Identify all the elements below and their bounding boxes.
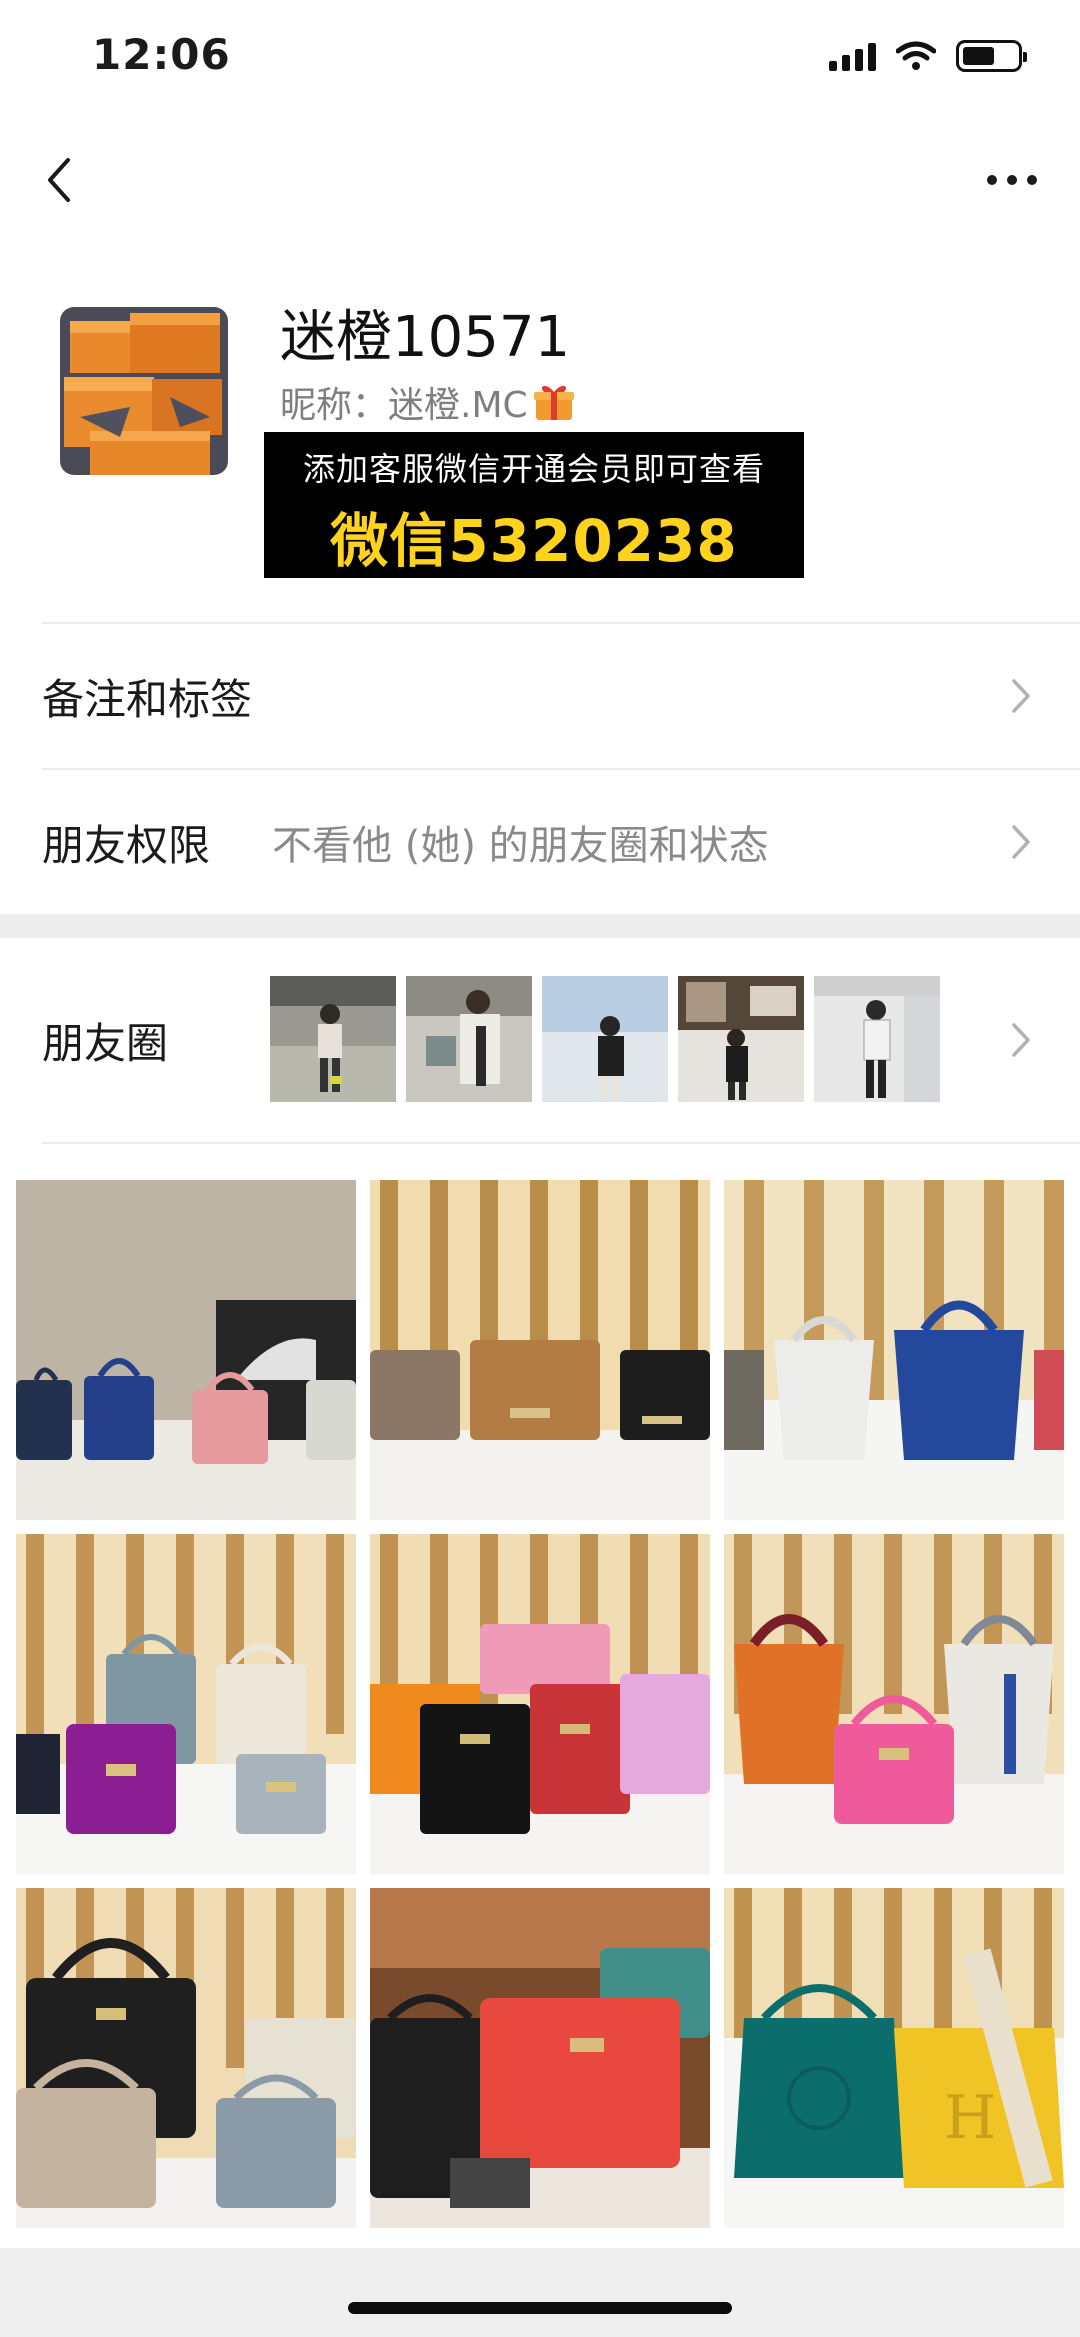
moments-thumbnail [678,976,804,1102]
moments-thumbnails [270,976,940,1102]
photo-tile[interactable] [370,1888,710,2228]
photo-grid: H [16,1180,1064,2228]
photo-tile[interactable] [16,1180,356,1520]
photo-tile[interactable] [724,1180,1064,1520]
moments-thumbnail [542,976,668,1102]
remark-and-tags-row[interactable]: 备注和标签 [0,624,1080,768]
friend-permission-row[interactable]: 朋友权限 不看他 (她) 的朋友圈和状态 [0,770,1080,914]
more-dots-icon[interactable] [986,166,1038,194]
status-icons [829,40,1027,72]
nav-bar [0,130,1080,230]
bottom-bar [0,2248,1080,2337]
moments-thumbnail [406,976,532,1102]
battery-icon [956,40,1027,72]
chevron-right-icon [1012,1023,1030,1057]
photo-tile[interactable] [16,1888,356,2228]
nickname-text: 昵称：迷橙.MC [280,385,528,426]
wifi-icon [896,41,936,70]
photo-tile[interactable] [370,1180,710,1520]
signal-icon [829,41,876,71]
svg-text:H: H [944,2083,996,2153]
profile-name: 迷橙10571 [280,305,571,370]
promo-banner: 添加客服微信开通会员即可查看 微信5320238 [264,432,804,578]
moments-row[interactable]: 朋友圈 [0,938,1080,1142]
chevron-right-icon [1012,825,1030,859]
photo-tile[interactable] [370,1534,710,1874]
photo-tile[interactable] [724,1534,1064,1874]
friend-permission-value: 不看他 (她) 的朋友圈和状态 [272,823,769,869]
divider [42,1142,1080,1144]
promo-line2: 微信5320238 [330,507,738,575]
status-bar: 12:06 [0,0,1080,120]
back-chevron-icon[interactable] [40,150,80,210]
photo-tile[interactable]: H [724,1888,1064,2228]
chevron-right-icon [1012,679,1030,713]
moments-label: 朋友圈 [42,1018,169,1068]
gift-icon [533,385,574,420]
section-gap [0,914,1080,938]
avatar[interactable] [60,307,228,475]
friend-permission-label: 朋友权限 [42,820,211,870]
moments-thumbnail [814,976,940,1102]
promo-line1: 添加客服微信开通会员即可查看 [302,450,765,488]
photo-tile[interactable] [16,1534,356,1874]
status-time: 12:06 [92,30,231,79]
remark-and-tags-label: 备注和标签 [42,674,253,724]
profile-nickname: 昵称：迷橙.MC [280,376,576,428]
moments-thumbnail [270,976,396,1102]
home-indicator[interactable] [348,2302,732,2314]
